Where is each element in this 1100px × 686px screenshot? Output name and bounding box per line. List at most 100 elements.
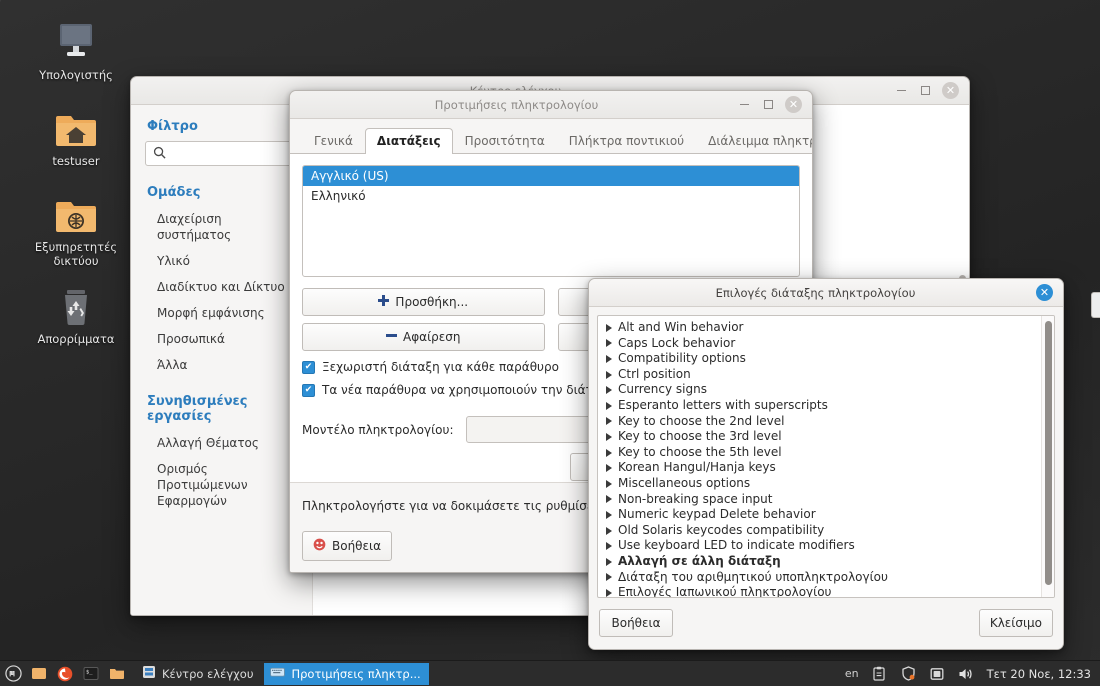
separate-layout-checkbox[interactable]: ✔ [302,360,315,374]
minimize-button[interactable] [737,97,752,112]
chevron-right-icon[interactable] [606,479,612,488]
remove-layout-button[interactable]: Αφαίρεση [302,323,545,351]
list-item-label: Alt and Win behavior [618,320,744,334]
list-item[interactable]: Miscellaneous options [604,476,1041,492]
keyboard-prefs-titlebar[interactable]: Προτιμήσεις πληκτρολογίου ✕ [290,91,812,119]
list-item[interactable]: Key to choose the 5th level [604,445,1041,461]
shield-icon[interactable] [900,665,917,682]
sidebar-item-internet-network[interactable]: Διαδίκτυο και Δίκτυο [131,275,312,301]
list-item[interactable]: Korean Hangul/Hanja keys [604,460,1041,476]
list-item[interactable]: Currency signs [604,382,1041,398]
close-icon[interactable]: ✕ [942,82,959,99]
search-box[interactable] [145,141,298,166]
list-item[interactable]: Alt and Win behavior [604,320,1041,336]
layout-options-close-button[interactable]: Κλείσιμο [978,609,1053,637]
files-icon[interactable] [26,661,52,686]
sidebar-item-appearance[interactable]: Μορφή εμφάνισης [131,301,312,327]
desktop-icon-label: Υπολογιστής [39,68,113,82]
desktop-icon-network-servers[interactable]: Εξυπηρετητές δικτύου [28,186,124,268]
list-item-label: Non-breaking space input [618,491,773,506]
tab-accessibility[interactable]: Προσιτότητα [453,128,557,154]
tab-layouts[interactable]: Διατάξεις [364,128,453,154]
list-item[interactable]: Numeric keypad Delete behavior [604,507,1041,523]
list-item[interactable]: Old Solaris keycodes compatibility [604,523,1041,539]
layout-options-dialog[interactable]: Επιλογές διάταξης πληκτρολογίου ✕ Alt an… [588,278,1064,650]
desktop-icon-home[interactable]: testuser [28,100,124,168]
taskbar-task-keyboard-prefs[interactable]: Προτιμήσεις πληκτρ... [264,662,430,685]
desktop[interactable]: Υπολογιστής testuser Εξυπηρετητές δικτύο… [0,0,1100,686]
chevron-right-icon[interactable] [606,526,612,535]
language-indicator[interactable]: en [845,667,859,680]
sidebar-item-other[interactable]: Άλλα [131,353,312,379]
maximize-button[interactable] [918,83,933,98]
list-item[interactable]: Ctrl position [604,367,1041,383]
firefox-icon[interactable] [52,661,78,686]
search-input[interactable] [172,145,290,162]
folder-icon[interactable] [104,661,130,686]
close-icon[interactable]: ✕ [785,96,802,113]
tab-mouse-keys[interactable]: Πλήκτρα ποντικιού [557,128,696,154]
list-item[interactable]: Διάταξη του αριθμητικού υποπληκτρολογίου [604,570,1041,586]
tab-general[interactable]: Γενικά [302,128,365,154]
desktop-icon-label: Εξυπηρετητές δικτύου [34,240,118,269]
chevron-right-icon[interactable] [606,495,612,504]
chevron-right-icon[interactable] [606,339,612,348]
desktop-icon-trash[interactable]: Απορρίμματα [28,278,124,346]
layout-options-list-container: Alt and Win behavior Caps Lock behavior … [597,315,1055,598]
terminal-icon[interactable]: $_ [78,661,104,686]
volume-icon[interactable] [958,665,975,682]
chevron-right-icon[interactable] [606,354,612,363]
layout-options-scrollbar[interactable] [1041,316,1054,597]
sidebar-item-personal[interactable]: Προσωπικά [131,327,312,353]
layouts-list[interactable]: Αγγλικό (US) Ελληνικό [302,165,800,277]
layout-row[interactable]: Ελληνικό [303,186,799,206]
sidebar-item-change-theme[interactable]: Αλλαγή Θέματος [131,431,312,457]
new-windows-layout-checkbox[interactable]: ✔ [302,383,315,397]
chevron-right-icon[interactable] [606,448,612,457]
sidebar-item-system-admin[interactable]: Διαχείριση συστήματος [131,207,312,249]
chevron-right-icon[interactable] [606,401,612,410]
list-item[interactable]: Key to choose the 2nd level [604,414,1041,430]
chevron-right-icon[interactable] [606,386,612,395]
chevron-right-icon[interactable] [606,588,612,597]
layout-row[interactable]: Αγγλικό (US) [303,166,799,186]
chevron-right-icon[interactable] [606,417,612,426]
menu-icon[interactable] [0,661,26,686]
taskbar-task-control-center[interactable]: Κέντρο ελέγχου [136,663,262,685]
chevron-right-icon[interactable] [606,573,612,582]
minimize-button[interactable] [894,83,909,98]
display-icon[interactable] [929,665,946,682]
layout-options-help-button[interactable]: Βοήθεια [599,609,673,637]
close-icon[interactable]: ✕ [1036,284,1053,301]
add-layout-button[interactable]: Προσθήκη... [302,288,545,316]
tab-typing-break[interactable]: Διάλειμμα πληκτρολόγησης [696,128,812,154]
clock[interactable]: Τετ 20 Νοε, 12:33 [987,667,1091,681]
sidebar-item-hardware[interactable]: Υλικό [131,249,312,275]
new-windows-layout-label: Τα νέα παράθυρα να χρησιμοποιούν την διά… [322,383,634,397]
chevron-right-icon[interactable] [606,464,612,473]
taskbar[interactable]: $_ Κέντρο ελέγχου Προτιμήσεις πληκτρ... … [0,660,1100,686]
list-item[interactable]: Αλλαγή σε άλλη διάταξη [604,554,1041,570]
chevron-right-icon[interactable] [606,432,612,441]
list-item[interactable]: Use keyboard LED to indicate modifiers [604,538,1041,554]
list-item[interactable]: Esperanto letters with superscripts [604,398,1041,414]
chevron-right-icon[interactable] [606,323,612,332]
clipboard-icon[interactable] [871,665,888,682]
taskbar-launchers: $_ [0,661,130,686]
chevron-right-icon[interactable] [606,510,612,519]
list-item[interactable]: Non-breaking space input [604,492,1041,508]
keyboard-help-button[interactable]: Βοήθεια [302,531,392,561]
chevron-right-icon[interactable] [606,370,612,379]
list-item[interactable]: Επιλογές Ιαπωνικού πληκτρολογίου [604,585,1041,597]
layout-options-titlebar[interactable]: Επιλογές διάταξης πληκτρολογίου ✕ [589,279,1063,307]
list-item[interactable]: Compatibility options [604,351,1041,367]
maximize-button[interactable] [761,97,776,112]
list-item[interactable]: Caps Lock behavior [604,336,1041,352]
chevron-right-icon[interactable] [606,557,612,566]
chevron-right-icon[interactable] [606,542,612,551]
scrollbar-thumb[interactable] [1045,321,1052,585]
layout-options-list[interactable]: Alt and Win behavior Caps Lock behavior … [598,316,1041,597]
desktop-icon-computer[interactable]: Υπολογιστής [28,14,124,82]
list-item[interactable]: Key to choose the 3rd level [604,429,1041,445]
sidebar-item-preferred-apps[interactable]: Ορισμός Προτιμώμενων Εφαρμογών [131,457,312,515]
